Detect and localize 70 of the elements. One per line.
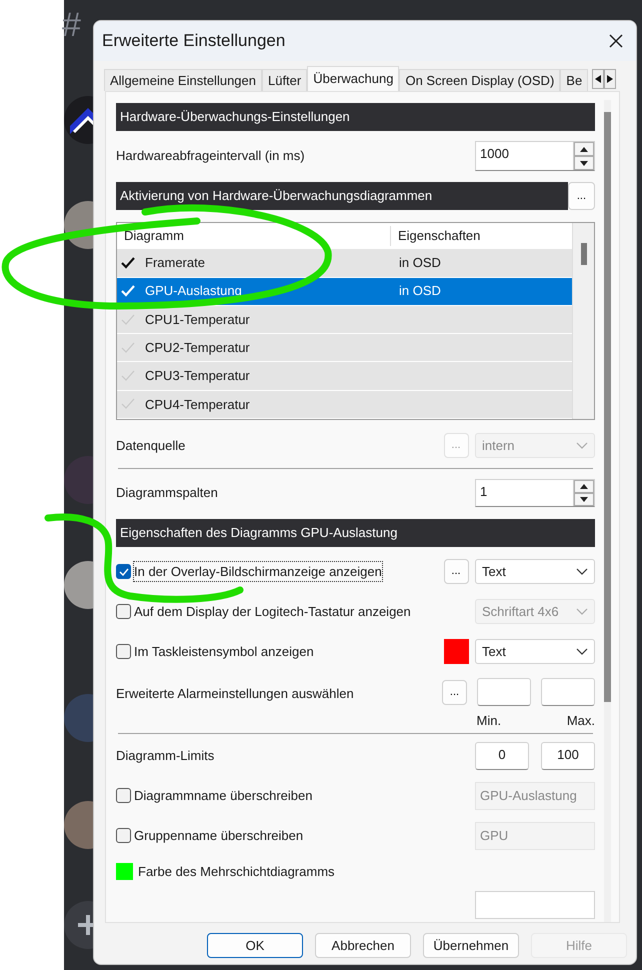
max-field[interactable] xyxy=(541,678,595,706)
dialog-button[interactable]: OK xyxy=(207,933,303,958)
spin-up-button[interactable] xyxy=(574,480,594,493)
scrollbar[interactable] xyxy=(604,100,611,922)
field-label: Datenquelle xyxy=(116,436,186,455)
triangle-up-icon xyxy=(580,484,588,489)
field-label: Diagrammspalten xyxy=(116,484,218,502)
tab[interactable]: Be xyxy=(560,69,588,91)
dropdown[interactable]: Text xyxy=(475,559,595,584)
spin-down-button[interactable] xyxy=(574,493,594,506)
more-button[interactable]: ... xyxy=(444,559,468,584)
checkbox[interactable] xyxy=(116,604,131,619)
dialog-button[interactable]: Abbrechen xyxy=(315,933,411,958)
check-icon xyxy=(118,568,128,576)
chevron-down-icon xyxy=(576,648,588,656)
section-header: Eigenschaften des Diagramms GPU-Auslastung xyxy=(116,519,595,547)
chevron-down-icon xyxy=(576,568,588,576)
field-label: Diagramm-Limits xyxy=(116,746,214,765)
tab[interactable]: On Screen Display (OSD) xyxy=(399,69,560,91)
list-scrollbar[interactable] xyxy=(572,223,594,419)
chevron-down-icon xyxy=(576,608,588,616)
triangle-right-icon xyxy=(607,75,613,83)
color-swatch[interactable] xyxy=(116,862,133,880)
list-row[interactable]: CPU1-Temperatur xyxy=(117,306,572,334)
close-icon xyxy=(608,33,624,49)
tab[interactable]: Lüfter xyxy=(262,69,308,91)
more-button[interactable]: ... xyxy=(442,680,467,705)
checkbox[interactable] xyxy=(116,564,131,579)
triangle-up-icon xyxy=(580,146,588,152)
scrollbar-thumb[interactable] xyxy=(604,112,611,702)
columns-spinner[interactable]: 1 xyxy=(475,479,595,507)
triangle-left-icon xyxy=(595,75,601,83)
section-header: Aktivierung von Hardware-Überwachungsdiagrammen xyxy=(116,182,568,210)
min-field[interactable]: 0 xyxy=(475,742,529,770)
field-caption: Min. xyxy=(476,712,502,730)
field-caption: Max. xyxy=(566,712,595,730)
tab-scroll-right-button[interactable] xyxy=(604,69,616,89)
tab[interactable]: Allgemeine Einstellungen xyxy=(104,69,262,91)
dropdown[interactable]: Text xyxy=(475,639,595,664)
max-field[interactable]: 100 xyxy=(541,742,595,770)
spin-up-button[interactable] xyxy=(574,142,594,156)
window-title: Erweiterte Einstellungen xyxy=(102,30,286,52)
input-field[interactable] xyxy=(475,891,595,919)
list-row[interactable]: CPU2-Temperatur xyxy=(117,334,572,362)
column-header[interactable]: Eigenschaften xyxy=(391,226,480,246)
checkbox-label[interactable]: Auf dem Display der Logitech-Tastatur anzeigen xyxy=(134,602,411,622)
triangle-down-icon xyxy=(580,160,588,166)
field-label: Hardwareabfrageintervall (in ms) xyxy=(116,147,305,166)
triangle-down-icon xyxy=(580,497,588,502)
list-row[interactable]: Framerate in OSD xyxy=(117,249,572,277)
checkbox-label[interactable]: In der Overlay-Bildschirmanzeige anzeigen xyxy=(134,562,382,582)
checkbox-label[interactable]: Im Taskleistensymbol anzeigen xyxy=(134,642,314,662)
field-label: Farbe des Mehrschichtdiagramms xyxy=(138,862,335,881)
min-field[interactable] xyxy=(476,678,530,706)
field-label: Erweiterte Alarmeinstellungen auswählen xyxy=(116,685,354,703)
list-row[interactable]: CPU3-Temperatur xyxy=(117,362,572,390)
color-swatch[interactable] xyxy=(444,639,468,664)
checkbox[interactable] xyxy=(116,644,131,659)
section-header: Hardware-Überwachungs-Einstellungen xyxy=(116,103,595,131)
scrollbar-thumb[interactable] xyxy=(580,243,586,265)
spin-down-button[interactable] xyxy=(574,156,594,170)
tab[interactable]: Überwachung xyxy=(307,66,400,91)
list-row[interactable]: GPU-Auslastung in OSD xyxy=(117,278,572,305)
dialog-button[interactable]: Übernehmen xyxy=(423,933,519,958)
list-row[interactable]: CPU4-Temperatur xyxy=(117,390,572,418)
tab-scroll-left-button[interactable] xyxy=(592,69,604,89)
chevron-down-icon xyxy=(576,442,588,450)
interval-spinner[interactable]: 1000 xyxy=(475,141,595,171)
more-button[interactable]: ... xyxy=(568,182,595,210)
column-header[interactable]: Diagramm xyxy=(117,226,391,246)
